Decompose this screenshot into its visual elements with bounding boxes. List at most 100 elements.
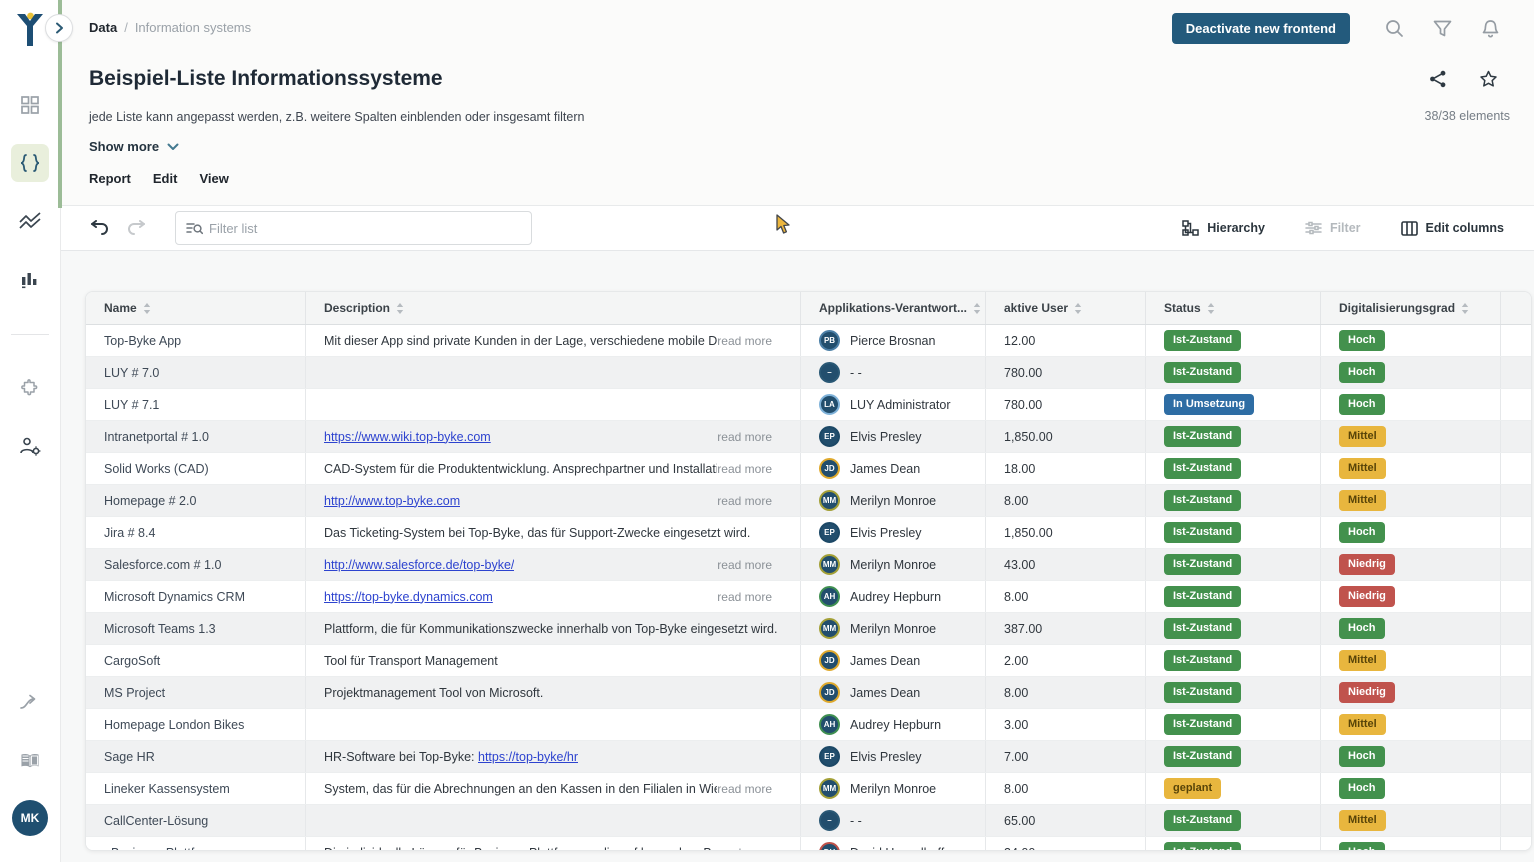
table-row[interactable]: Intranetportal # 1.0 https://www.wiki.to… (86, 421, 1531, 453)
column-header-name[interactable]: Name (86, 292, 306, 324)
filter-list-input[interactable] (209, 221, 521, 236)
read-more-link[interactable]: read more (717, 334, 800, 348)
table-row[interactable]: CargoSoft Tool für Transport Management … (86, 645, 1531, 677)
table-row[interactable]: Sage HR HR-Software bei Top-Byke: https:… (86, 741, 1531, 773)
column-header-applikations-verantwort-[interactable]: Applikations-Verantwort... (801, 292, 986, 324)
row-responsible: James Dean (850, 462, 920, 476)
table-row[interactable]: eBusiness-Plattform Die individuelle Lös… (86, 837, 1531, 851)
sidebar-item-plugins[interactable] (11, 369, 49, 407)
row-name[interactable]: Sage HR (104, 750, 155, 764)
column-header-digitalisierungsgrad[interactable]: Digitalisierungsgrad (1321, 292, 1501, 324)
table-row[interactable]: MS Project Projektmanagement Tool von Mi… (86, 677, 1531, 709)
show-more-toggle[interactable]: Show more (89, 139, 179, 154)
row-name[interactable]: Jira # 8.4 (104, 526, 155, 540)
global-filter-button[interactable] (1424, 14, 1460, 44)
share-button[interactable] (1429, 70, 1447, 93)
sort-icon[interactable] (1207, 303, 1215, 314)
sort-icon[interactable] (1461, 303, 1469, 314)
row-name[interactable]: LUY # 7.0 (104, 366, 159, 380)
favorite-button[interactable] (1479, 70, 1498, 93)
row-name[interactable]: eBusiness-Plattform (104, 846, 216, 852)
row-name[interactable]: Top-Byke App (104, 334, 181, 348)
redo-button[interactable] (125, 217, 147, 239)
edit-columns-button[interactable]: Edit columns (1401, 221, 1504, 236)
sort-icon[interactable] (973, 303, 981, 314)
hierarchy-button[interactable]: Hierarchy (1182, 220, 1265, 236)
read-more-link[interactable]: read more (717, 462, 800, 476)
search-icon (1385, 19, 1404, 38)
table-row[interactable]: Solid Works (CAD) CAD-System für die Pro… (86, 453, 1531, 485)
hierarchy-icon (1182, 220, 1199, 236)
filter-button[interactable]: Filter (1305, 220, 1361, 236)
column-header-aktive-user[interactable]: aktive User (986, 292, 1146, 324)
row-name[interactable]: LUY # 7.1 (104, 398, 159, 412)
row-name[interactable]: MS Project (104, 686, 165, 700)
table-row[interactable]: Homepage London Bikes AH Audrey Hepburn … (86, 709, 1531, 741)
row-active-users: 12.00 (1004, 334, 1035, 348)
sidebar-item-dashboards[interactable] (11, 86, 49, 124)
breadcrumb-root[interactable]: Data (89, 20, 117, 35)
sidebar-item-charts[interactable] (11, 260, 49, 298)
sidebar-item-export[interactable] (11, 684, 49, 722)
table-row[interactable]: Top-Byke App Mit dieser App sind private… (86, 325, 1531, 357)
filter-list-field[interactable] (175, 211, 532, 245)
table-row[interactable]: Lineker Kassensystem System, das für die… (86, 773, 1531, 805)
table-row[interactable]: LUY # 7.1 LA LUY Administrator 780.00 In… (86, 389, 1531, 421)
row-name[interactable]: CallCenter-Lösung (104, 814, 208, 828)
table-row[interactable]: CallCenter-Lösung – - - 65.00 Ist-Zustan… (86, 805, 1531, 837)
search-button[interactable] (1376, 14, 1412, 44)
avatar: AH (819, 586, 840, 607)
sidebar-item-reports[interactable] (11, 202, 49, 240)
sidebar-item-user-admin[interactable] (11, 427, 49, 465)
table-row[interactable]: Homepage # 2.0 http://www.top-byke.com r… (86, 485, 1531, 517)
sort-icon[interactable] (1074, 303, 1082, 314)
row-name[interactable]: Microsoft Dynamics CRM (104, 590, 245, 604)
avatar: MM (819, 554, 840, 575)
sidebar-item-data[interactable] (11, 144, 49, 182)
row-name[interactable]: Homepage # 2.0 (104, 494, 196, 508)
description-link[interactable]: https://top-byke.dynamics.com (324, 590, 493, 604)
sort-icon[interactable] (396, 303, 404, 314)
digitalisierungsgrad-badge: Hoch (1339, 394, 1385, 415)
description-link[interactable]: https://top-byke/hr (478, 750, 578, 764)
sidebar-item-docs[interactable] (11, 742, 49, 780)
dashboard-icon (20, 95, 40, 115)
read-more-link[interactable]: read more (717, 430, 800, 444)
description-link[interactable]: http://www.top-byke.com (324, 494, 460, 508)
table-row[interactable]: Salesforce.com # 1.0 http://www.salesfor… (86, 549, 1531, 581)
read-more-link[interactable]: read more (717, 494, 800, 508)
row-responsible: Merilyn Monroe (850, 782, 936, 796)
row-name[interactable]: Microsoft Teams 1.3 (104, 622, 216, 636)
row-name[interactable]: Solid Works (CAD) (104, 462, 209, 476)
menu-edit[interactable]: Edit (153, 171, 178, 186)
row-name[interactable]: Homepage London Bikes (104, 718, 244, 732)
status-badge: Ist-Zustand (1164, 682, 1241, 703)
row-name[interactable]: Salesforce.com # 1.0 (104, 558, 221, 572)
table-row[interactable]: LUY # 7.0 – - - 780.00 Ist-Zustand Hoch (86, 357, 1531, 389)
table-row[interactable]: Jira # 8.4 Das Ticketing-System bei Top-… (86, 517, 1531, 549)
row-name[interactable]: Intranetportal # 1.0 (104, 430, 209, 444)
row-name[interactable]: Lineker Kassensystem (104, 782, 230, 796)
menu-view[interactable]: View (199, 171, 228, 186)
menu-report[interactable]: Report (89, 171, 131, 186)
user-avatar[interactable]: MK (12, 800, 48, 836)
row-name[interactable]: CargoSoft (104, 654, 160, 668)
column-header-status[interactable]: Status (1146, 292, 1321, 324)
read-more-link[interactable]: read more (717, 590, 800, 604)
column-header-description[interactable]: Description (306, 292, 801, 324)
notifications-button[interactable] (1472, 14, 1508, 44)
sidebar-expand-button[interactable] (45, 14, 73, 42)
table-row[interactable]: Microsoft Teams 1.3 Plattform, die für K… (86, 613, 1531, 645)
sort-icon[interactable] (143, 303, 151, 314)
table-row[interactable]: Microsoft Dynamics CRM https://top-byke.… (86, 581, 1531, 613)
read-more-link[interactable]: read more (717, 558, 800, 572)
row-active-users: 387.00 (1004, 622, 1042, 636)
description-link[interactable]: http://www.salesforce.de/top-byke/ (324, 558, 514, 572)
undo-button[interactable] (89, 217, 111, 239)
read-more-link[interactable]: read more (717, 846, 800, 852)
description-link[interactable]: https://www.wiki.top-byke.com (324, 430, 491, 444)
deactivate-frontend-button[interactable]: Deactivate new frontend (1172, 13, 1350, 44)
status-badge: geplant (1164, 778, 1221, 799)
page-title: Beispiel-Liste Informationssysteme (89, 67, 443, 91)
read-more-link[interactable]: read more (717, 782, 800, 796)
